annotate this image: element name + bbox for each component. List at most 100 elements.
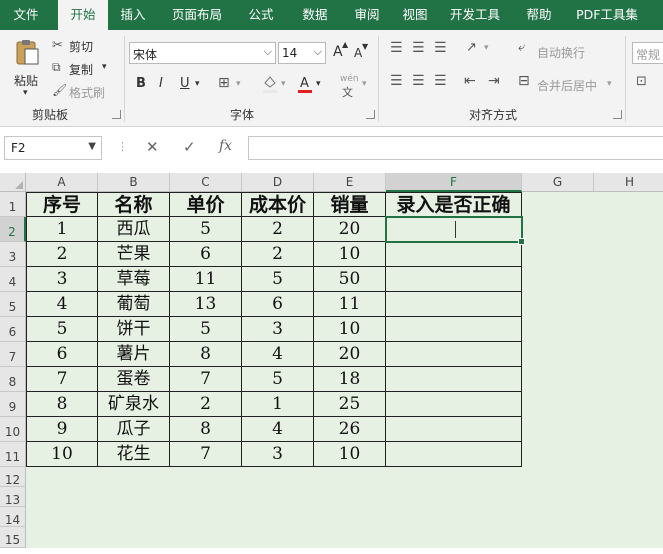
formula-input[interactable]: [248, 136, 663, 160]
increase-indent-icon[interactable]: ⇥: [488, 73, 500, 89]
table-cell[interactable]: 7: [26, 367, 98, 392]
fill-handle[interactable]: [518, 238, 525, 245]
table-cell[interactable]: 5: [242, 267, 314, 292]
table-cell[interactable]: 草莓: [98, 267, 170, 292]
table-header-cell[interactable]: 单价: [170, 192, 242, 217]
table-cell[interactable]: 2: [170, 392, 242, 417]
table-cell[interactable]: 薯片: [98, 342, 170, 367]
row-header-7[interactable]: 7: [0, 342, 26, 367]
table-cell[interactable]: 瓜子: [98, 417, 170, 442]
table-cell[interactable]: 6: [242, 292, 314, 317]
table-cell[interactable]: 18: [314, 367, 386, 392]
tab-1[interactable]: 开始: [58, 0, 108, 30]
table-header-cell[interactable]: 名称: [98, 192, 170, 217]
table-cell[interactable]: 25: [314, 392, 386, 417]
column-header-d[interactable]: D: [242, 173, 314, 192]
table-cell[interactable]: 20: [314, 342, 386, 367]
underline-button[interactable]: U: [180, 76, 190, 91]
tab-7[interactable]: 视图: [394, 0, 436, 30]
merge-center-button[interactable]: 合并后居中: [537, 77, 597, 94]
bold-button[interactable]: B: [136, 76, 146, 91]
table-cell[interactable]: 5: [242, 367, 314, 392]
row-header-8[interactable]: 8: [0, 367, 26, 392]
tab-8[interactable]: 开发工具: [440, 0, 510, 30]
table-cell[interactable]: 11: [314, 292, 386, 317]
table-cell[interactable]: 9: [26, 417, 98, 442]
table-cell[interactable]: 4: [242, 342, 314, 367]
align-center-icon[interactable]: ☰: [412, 73, 425, 89]
row-header-3[interactable]: 3: [0, 242, 26, 267]
row-header-14[interactable]: 14: [0, 507, 26, 527]
table-cell[interactable]: 8: [170, 417, 242, 442]
table-cell[interactable]: 花生: [98, 442, 170, 467]
table-cell[interactable]: [386, 292, 522, 317]
table-cell[interactable]: 葡萄: [98, 292, 170, 317]
row-header-10[interactable]: 10: [0, 417, 26, 442]
table-header-cell[interactable]: 成本价: [242, 192, 314, 217]
paste-dropdown-icon[interactable]: ▾: [23, 88, 28, 98]
tab-3[interactable]: 页面布局: [162, 0, 232, 30]
table-cell[interactable]: 蛋卷: [98, 367, 170, 392]
accounting-format-icon[interactable]: ⊡: [636, 74, 647, 89]
name-box[interactable]: F2 ▼: [4, 136, 102, 160]
table-header-cell[interactable]: 序号: [26, 192, 98, 217]
row-header-1[interactable]: 1: [0, 192, 26, 217]
column-header-b[interactable]: B: [98, 173, 170, 192]
border-dropdown-icon[interactable]: ▾: [236, 79, 241, 89]
merge-dropdown-icon[interactable]: ▾: [607, 79, 612, 89]
table-cell[interactable]: 3: [242, 442, 314, 467]
table-cell[interactable]: [386, 417, 522, 442]
table-cell[interactable]: 1: [242, 392, 314, 417]
row-header-5[interactable]: 5: [0, 292, 26, 317]
table-cell[interactable]: [386, 342, 522, 367]
row-header-4[interactable]: 4: [0, 267, 26, 292]
tab-9[interactable]: 帮助: [516, 0, 562, 30]
font-size-combo[interactable]: 14 ⌵: [278, 42, 326, 64]
table-cell[interactable]: 芒果: [98, 242, 170, 267]
tab-6[interactable]: 审阅: [344, 0, 390, 30]
phonetic-dropdown-icon[interactable]: ▾: [362, 79, 367, 89]
tab-0[interactable]: 文件: [0, 0, 52, 30]
table-cell[interactable]: 10: [314, 442, 386, 467]
underline-dropdown-icon[interactable]: ▾: [195, 79, 200, 89]
table-cell[interactable]: 2: [242, 217, 314, 242]
wrap-text-button[interactable]: 自动换行: [537, 44, 585, 61]
fill-color-dropdown-icon[interactable]: ▾: [281, 79, 286, 89]
table-cell[interactable]: 10: [26, 442, 98, 467]
table-cell[interactable]: 8: [26, 392, 98, 417]
table-cell[interactable]: 2: [26, 242, 98, 267]
table-cell[interactable]: [386, 367, 522, 392]
cut-button[interactable]: 剪切: [69, 38, 93, 55]
table-cell[interactable]: [386, 392, 522, 417]
table-header-cell[interactable]: 录入是否正确: [386, 192, 522, 217]
table-cell[interactable]: 4: [242, 417, 314, 442]
row-header-12[interactable]: 12: [0, 467, 26, 487]
alignment-launcher-icon[interactable]: [613, 110, 622, 119]
column-header-g[interactable]: G: [522, 173, 594, 192]
table-cell[interactable]: 3: [26, 267, 98, 292]
row-header-2[interactable]: 2: [0, 217, 26, 242]
table-cell[interactable]: 11: [170, 267, 242, 292]
table-cell[interactable]: 矿泉水: [98, 392, 170, 417]
copy-dropdown-icon[interactable]: ▾: [102, 62, 107, 72]
number-format-combo[interactable]: 常规: [632, 42, 663, 64]
shrink-font-button[interactable]: A: [354, 46, 362, 60]
column-header-e[interactable]: E: [314, 173, 386, 192]
align-left-icon[interactable]: ☰: [390, 73, 403, 89]
fill-color-icon[interactable]: [262, 74, 278, 94]
table-cell[interactable]: 西瓜: [98, 217, 170, 242]
table-cell[interactable]: 6: [170, 242, 242, 267]
copy-button[interactable]: 复制: [69, 61, 93, 78]
table-cell[interactable]: 3: [242, 317, 314, 342]
clipboard-launcher-icon[interactable]: [112, 110, 121, 119]
paste-button[interactable]: 粘贴: [14, 72, 38, 89]
table-cell[interactable]: 饼干: [98, 317, 170, 342]
table-cell[interactable]: 4: [26, 292, 98, 317]
cancel-button[interactable]: ✕: [146, 138, 159, 156]
italic-button[interactable]: I: [159, 76, 163, 91]
select-all-button[interactable]: [0, 173, 26, 192]
column-header-h[interactable]: H: [594, 173, 663, 192]
table-cell[interactable]: 8: [170, 342, 242, 367]
enter-button[interactable]: ✓: [183, 138, 196, 156]
orientation-dropdown-icon[interactable]: ▾: [484, 43, 489, 53]
